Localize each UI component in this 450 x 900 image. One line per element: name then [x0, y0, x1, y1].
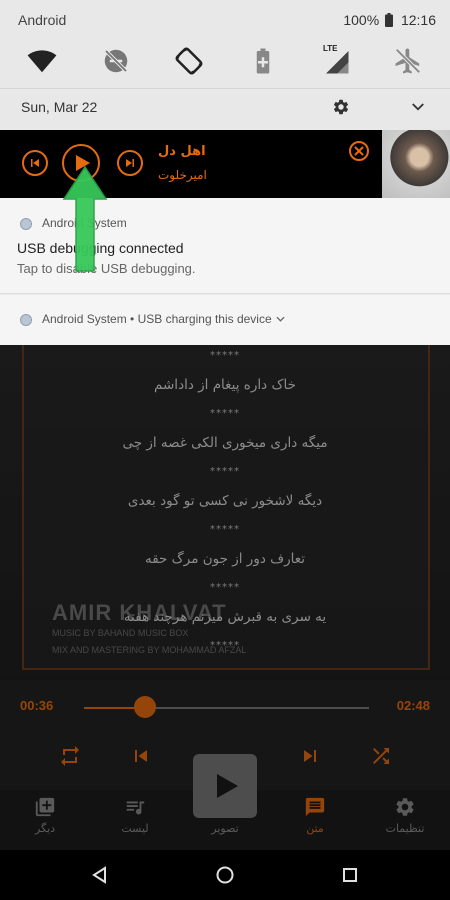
- airplane-mode-icon: [395, 48, 421, 74]
- media-previous-button[interactable]: [22, 150, 48, 176]
- wifi-icon: [27, 50, 57, 73]
- auto-rotate-icon: [175, 47, 203, 75]
- mobile-data-toggle[interactable]: LTE: [321, 44, 351, 76]
- home-icon: [216, 866, 234, 884]
- back-icon: [92, 866, 106, 884]
- android-system-icon: [20, 218, 32, 230]
- back-button[interactable]: [88, 863, 112, 887]
- battery-percent: 100%: [343, 12, 380, 28]
- date-row: Sun, Mar 22: [0, 88, 450, 130]
- close-icon: [354, 146, 364, 156]
- media-close-button[interactable]: [349, 141, 369, 161]
- gear-icon: [333, 99, 349, 115]
- status-bar: Android 100% 12:16: [0, 0, 450, 40]
- home-button[interactable]: [213, 863, 237, 887]
- media-artist-name: امیرخلوت: [158, 168, 207, 182]
- system-navigation-bar: [0, 850, 450, 900]
- do-not-disturb-toggle[interactable]: [101, 46, 131, 76]
- recents-icon: [343, 868, 357, 882]
- media-album-art: [382, 130, 450, 198]
- status-bar-right: 100% 12:16: [343, 12, 436, 28]
- status-bar-title: Android: [18, 12, 67, 28]
- recents-button[interactable]: [338, 863, 362, 887]
- usb-charging-notification[interactable]: Android System • USB charging this devic…: [0, 295, 450, 345]
- airplane-mode-toggle[interactable]: [393, 46, 423, 76]
- chevron-down-icon: [412, 103, 424, 111]
- date-label: Sun, Mar 22: [21, 99, 98, 115]
- media-next-button[interactable]: [117, 150, 143, 176]
- media-track-title: اهل دل: [158, 144, 206, 159]
- android-system-icon: [20, 314, 32, 326]
- quick-settings-row: LTE: [0, 40, 450, 88]
- wifi-toggle[interactable]: [27, 46, 57, 76]
- expand-quick-settings-button[interactable]: [409, 98, 427, 116]
- notification-summary: Android System • USB charging this devic…: [42, 312, 285, 326]
- play-button[interactable]: [193, 754, 257, 818]
- play-icon: [217, 774, 238, 798]
- clock: 12:16: [400, 12, 436, 28]
- lte-label: LTE: [323, 44, 338, 53]
- notification-summary-text: Android System • USB charging this devic…: [42, 312, 272, 326]
- auto-rotate-toggle[interactable]: [174, 46, 204, 76]
- skip-previous-icon: [31, 159, 39, 167]
- battery-saver-icon: [256, 48, 270, 74]
- annotation-arrow-icon: [62, 165, 108, 272]
- battery-saver-toggle[interactable]: [248, 46, 278, 76]
- skip-next-icon: [126, 159, 134, 167]
- battery-icon: [385, 13, 394, 27]
- settings-button[interactable]: [332, 98, 350, 116]
- chevron-down-icon[interactable]: [276, 316, 285, 322]
- dnd-off-icon: [104, 49, 128, 73]
